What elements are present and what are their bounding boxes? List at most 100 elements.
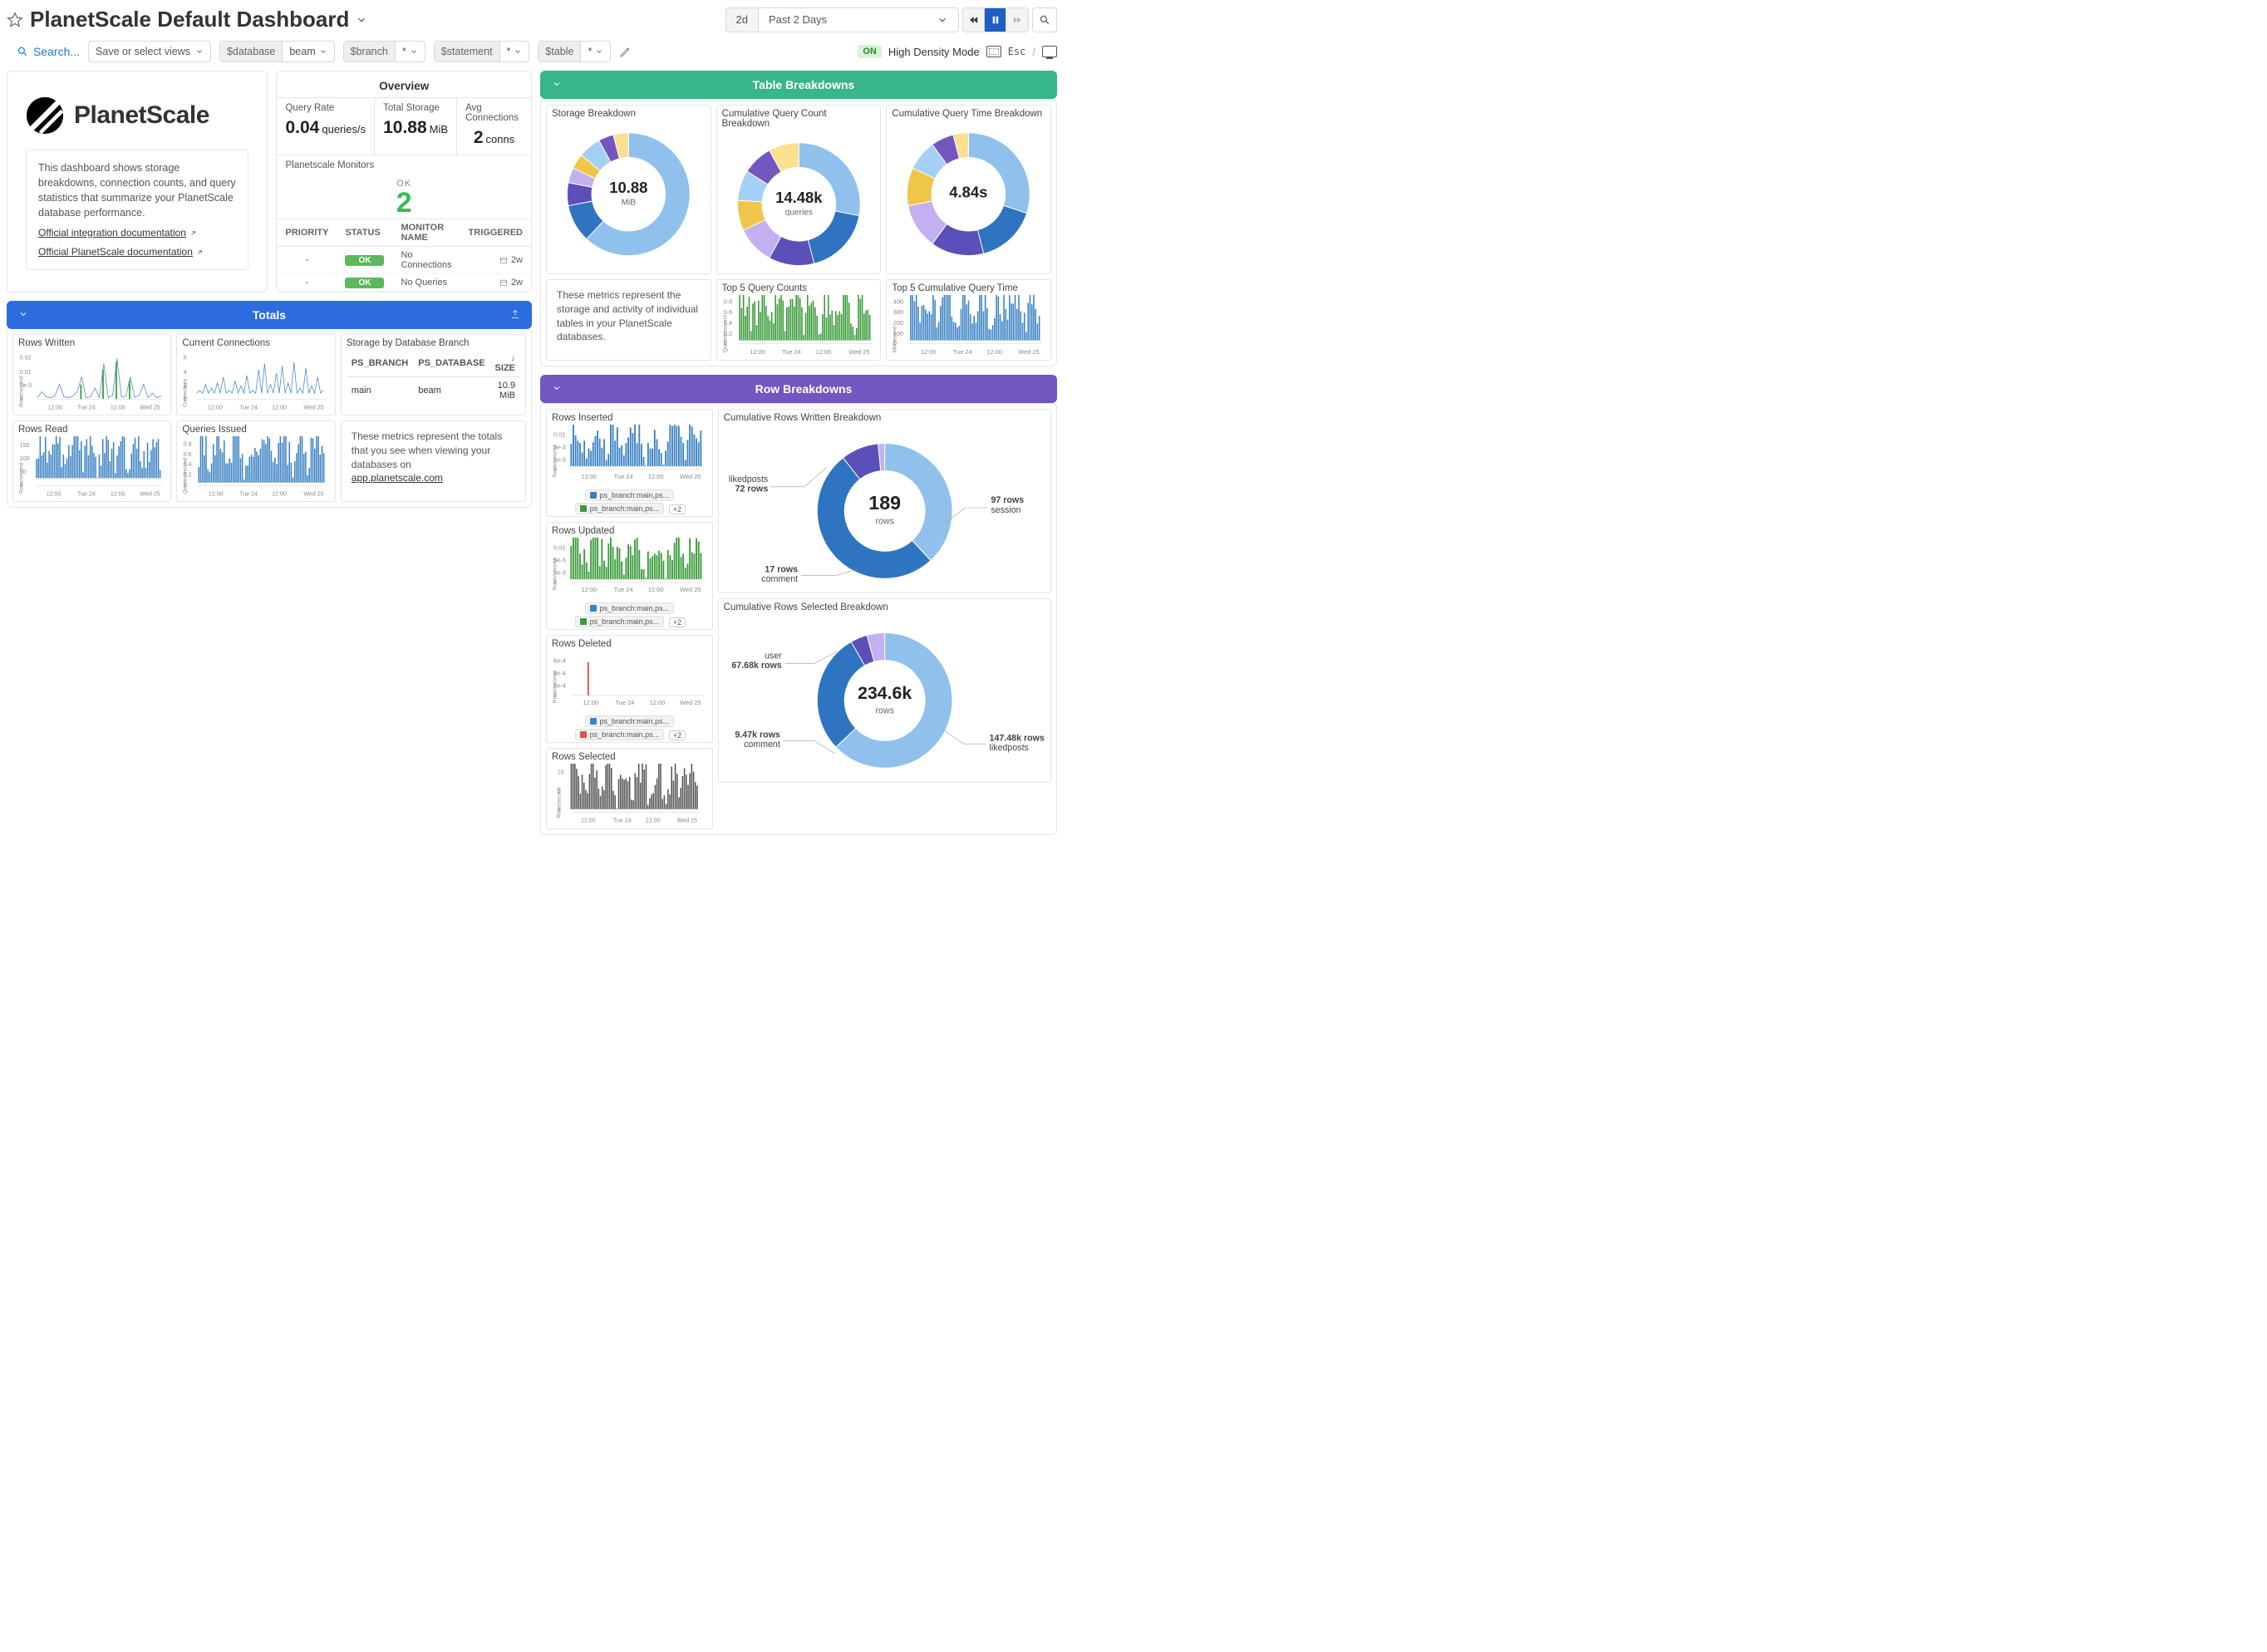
svg-text:Tue 24: Tue 24 xyxy=(953,348,972,356)
title-chevron-icon[interactable] xyxy=(356,14,367,26)
svg-text:0.8: 0.8 xyxy=(724,297,732,305)
export-icon[interactable] xyxy=(510,308,520,322)
svg-text:12:00: 12:00 xyxy=(583,699,598,706)
tile-rows-written[interactable]: Rows Written 0.020.015e-30 Rows/second 1… xyxy=(12,334,171,415)
svg-text:0.01: 0.01 xyxy=(553,431,566,439)
search-input[interactable]: Search... xyxy=(7,45,80,58)
svg-text:12:00: 12:00 xyxy=(648,586,664,593)
svg-text:4.84s: 4.84s xyxy=(950,183,988,200)
svg-text:200: 200 xyxy=(893,319,903,327)
svg-text:12:00: 12:00 xyxy=(209,491,224,498)
svg-text:Wed 25: Wed 25 xyxy=(848,348,869,356)
tile-storage-breakdown[interactable]: Storage Breakdown 10.88MiB xyxy=(546,105,711,274)
svg-text:12:00: 12:00 xyxy=(47,405,62,411)
star-icon[interactable] xyxy=(7,12,23,28)
svg-text:0.01: 0.01 xyxy=(553,544,566,552)
density-label[interactable]: High Density Mode xyxy=(888,46,980,58)
chevron-down-icon xyxy=(319,47,327,56)
save-view-dropdown[interactable]: Save or select views xyxy=(88,41,211,62)
svg-text:Tue 24: Tue 24 xyxy=(614,473,633,480)
svg-text:Rows/second: Rows/second xyxy=(18,462,24,494)
tile-current-connections[interactable]: Current Connections 6420 Connections 12:… xyxy=(176,334,335,415)
link-planetscale-docs[interactable]: Official PlanetScale documentation xyxy=(38,245,204,259)
playback-controls xyxy=(962,7,1029,32)
pause-button[interactable] xyxy=(985,8,1006,32)
collapse-icon[interactable] xyxy=(18,308,28,322)
link-app-planetscale[interactable]: app.planetscale.com xyxy=(352,471,515,485)
svg-text:12:00: 12:00 xyxy=(581,473,597,480)
svg-text:12:00: 12:00 xyxy=(646,819,661,824)
planetscale-logo-icon xyxy=(26,96,64,135)
svg-text:12:00: 12:00 xyxy=(581,586,597,593)
tile-rows-updated[interactable]: Rows Updated 0.015e-31e-30 Rows/second 1… xyxy=(546,522,713,630)
svg-text:Queries/second: Queries/second xyxy=(722,315,728,353)
svg-text:10: 10 xyxy=(558,769,564,775)
svg-text:0.6: 0.6 xyxy=(184,451,192,458)
table-row[interactable]: mainbeam10.9 MiB xyxy=(347,377,520,405)
svg-text:Tue 24: Tue 24 xyxy=(240,491,258,498)
chevron-down-icon xyxy=(410,47,418,56)
svg-text:147.48k rows: 147.48k rows xyxy=(989,733,1044,743)
zoom-button[interactable] xyxy=(1032,7,1057,32)
page-title: PlanetScale Default Dashboard xyxy=(30,7,367,32)
rewind-button[interactable] xyxy=(963,8,985,32)
totals-banner: Totals xyxy=(7,301,532,329)
svg-text:Wed 25: Wed 25 xyxy=(140,491,160,498)
svg-text:0.8: 0.8 xyxy=(184,440,192,447)
svg-text:Wed 25: Wed 25 xyxy=(140,405,160,411)
svg-text:6: 6 xyxy=(184,354,187,361)
var-branch[interactable]: $branch * xyxy=(343,41,425,62)
var-statement[interactable]: $statement * xyxy=(434,41,530,62)
collapse-icon[interactable] xyxy=(552,382,562,396)
collapse-icon[interactable] xyxy=(552,78,562,91)
svg-text:Queries/second: Queries/second xyxy=(183,457,189,494)
search-icon xyxy=(17,46,28,57)
edit-vars-icon[interactable] xyxy=(619,45,632,58)
svg-text:Rows/second: Rows/second xyxy=(556,787,562,819)
var-database[interactable]: $database beam xyxy=(219,41,335,62)
time-range-label[interactable]: Past 2 Days xyxy=(759,8,958,32)
tile-rows-deleted[interactable]: Rows Deleted 6e-44e-42e-40 Rows/second 1… xyxy=(546,635,713,743)
overview-title: Overview xyxy=(277,71,531,97)
table-row[interactable]: - OK No Connections 2w xyxy=(277,247,531,274)
svg-text:Tue 24: Tue 24 xyxy=(614,586,633,593)
svg-text:likedposts: likedposts xyxy=(729,474,768,484)
chevron-down-icon xyxy=(937,14,948,26)
tile-queries-issued[interactable]: Queries Issued 0.80.60.40.20 Queries/sec… xyxy=(176,420,335,502)
svg-text:300: 300 xyxy=(893,308,903,316)
tile-selected-donut[interactable]: Cumulative Rows Selected Breakdown 234.6… xyxy=(718,598,1051,783)
tile-rows-read[interactable]: Rows Read 150100500 Rows/second 12:00Tue… xyxy=(12,420,171,502)
svg-text:4: 4 xyxy=(184,369,187,376)
tile-storage-branch[interactable]: Storage by Database Branch PS_BRANCHPS_D… xyxy=(341,334,526,415)
kpi-total-storage: Total Storage 10.88MiB xyxy=(375,98,457,155)
link-integration-docs[interactable]: Official integration documentation xyxy=(38,226,197,240)
svg-text:Tue 24: Tue 24 xyxy=(613,819,632,824)
tile-qtime-breakdown[interactable]: Cumulative Query Time Breakdown 4.84s xyxy=(886,105,1051,274)
table-row[interactable]: - OK No Queries 2w xyxy=(277,274,531,292)
svg-text:67.68k rows: 67.68k rows xyxy=(731,661,781,671)
tile-top5-time[interactable]: Top 5 Cumulative Query Time 400300200100… xyxy=(886,279,1051,361)
keyboard-icon[interactable] xyxy=(986,46,1001,57)
svg-text:72 rows: 72 rows xyxy=(735,484,768,494)
svg-text:user: user xyxy=(765,651,782,661)
svg-text:12:00: 12:00 xyxy=(921,348,936,356)
tile-totals-note: These metrics represent the totals that … xyxy=(341,420,526,502)
display-icon[interactable] xyxy=(1042,46,1057,57)
var-table[interactable]: $table * xyxy=(538,41,611,62)
time-range-short[interactable]: 2d xyxy=(726,8,759,32)
tile-qcount-breakdown[interactable]: Cumulative Query Count Breakdown 14.48kq… xyxy=(716,105,882,274)
tile-top5-counts[interactable]: Top 5 Query Counts 0.80.60.40.20 Queries… xyxy=(716,279,882,361)
svg-text:Wed 25: Wed 25 xyxy=(677,819,697,824)
tile-rows-inserted[interactable]: Rows Inserted 0.015e-31e-30 Rows/second … xyxy=(546,409,713,517)
row-breakdowns-banner: Row Breakdowns xyxy=(540,375,1057,403)
svg-text:session: session xyxy=(991,505,1020,515)
forward-button[interactable] xyxy=(1006,8,1028,32)
svg-text:0.6: 0.6 xyxy=(724,308,732,316)
svg-text:12:00: 12:00 xyxy=(650,699,666,706)
tile-written-donut[interactable]: Cumulative Rows Written Breakdown 189row… xyxy=(718,409,1051,593)
time-range-picker[interactable]: 2d Past 2 Days xyxy=(725,7,959,32)
svg-text:Wed 25: Wed 25 xyxy=(680,699,701,706)
intro-card: PlanetScale This dashboard shows storage… xyxy=(7,71,268,293)
tile-rows-selected[interactable]: Rows Selected 1050 Rows/second 12:00Tue … xyxy=(546,748,713,829)
svg-text:Tue 24: Tue 24 xyxy=(77,405,96,411)
